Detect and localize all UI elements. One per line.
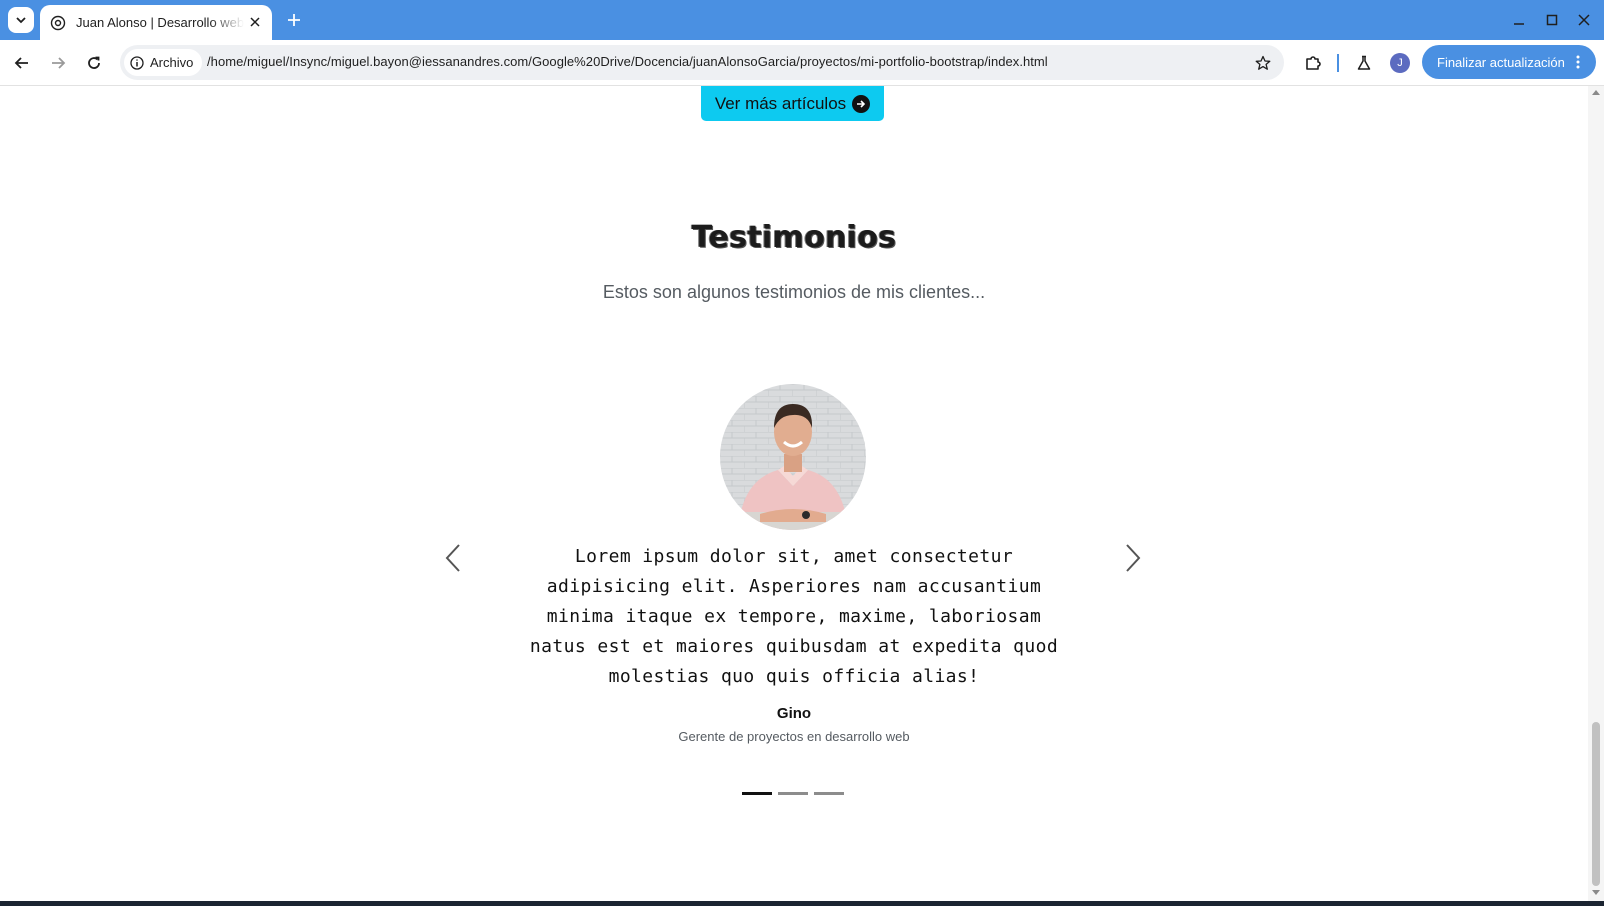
more-articles-button[interactable]: Ver más artículos xyxy=(701,86,884,121)
testimonial-quote: Lorem ipsum dolor sit, amet consectetur … xyxy=(529,546,1059,687)
page-viewport: Ver más artículos Testimonios Estos son … xyxy=(0,86,1588,901)
page-scrollbar[interactable] xyxy=(1588,86,1604,901)
extensions-icon[interactable] xyxy=(1301,51,1325,75)
chevron-left-icon xyxy=(445,544,460,572)
arrow-right-circle-icon xyxy=(852,94,871,113)
active-tab[interactable]: Juan Alonso | Desarrollo web xyxy=(40,5,272,40)
forward-icon[interactable] xyxy=(46,51,70,75)
carousel-indicators xyxy=(742,792,844,795)
bookmark-star-icon[interactable] xyxy=(1252,52,1274,74)
tab-title: Juan Alonso | Desarrollo web xyxy=(76,15,244,30)
site-info-chip[interactable]: Archivo xyxy=(124,49,203,76)
browser-toolbar: Archivo /home/miguel/Insync/miguel.bayon… xyxy=(0,40,1604,86)
tab-search-button[interactable] xyxy=(8,7,34,33)
finish-update-label: Finalizar actualización xyxy=(1437,54,1565,70)
close-window-icon[interactable] xyxy=(1573,9,1595,31)
globe-icon xyxy=(49,14,67,32)
scroll-down-arrow-icon[interactable] xyxy=(1592,890,1600,895)
maximize-icon[interactable] xyxy=(1541,9,1563,31)
more-vertical-icon[interactable] xyxy=(1570,54,1586,70)
site-info-label: Archivo xyxy=(150,55,194,70)
finish-update-button[interactable]: Finalizar actualización xyxy=(1422,45,1596,79)
reload-icon[interactable] xyxy=(82,51,106,75)
info-icon xyxy=(130,55,144,70)
carousel-indicator[interactable] xyxy=(814,792,844,795)
testimonial-role: Gerente de proyectos en desarrollo web xyxy=(678,729,910,744)
url-text[interactable]: /home/miguel/Insync/miguel.bayon@iessana… xyxy=(207,54,1048,69)
carousel-next-button[interactable] xyxy=(1118,538,1148,578)
carousel-prev-button[interactable] xyxy=(438,538,468,578)
testimonials-subtitle: Estos son algunos testimonios de mis cli… xyxy=(602,282,986,302)
chevron-down-icon xyxy=(16,17,26,24)
close-tab-icon[interactable] xyxy=(247,14,263,30)
labs-flask-icon[interactable] xyxy=(1352,51,1376,75)
testimonial-avatar xyxy=(720,384,866,530)
chevron-right-icon xyxy=(1126,544,1141,572)
scroll-up-arrow-icon[interactable] xyxy=(1592,90,1600,95)
minimize-icon[interactable] xyxy=(1508,9,1530,31)
new-tab-icon[interactable] xyxy=(282,8,306,32)
scroll-thumb[interactable] xyxy=(1592,722,1600,886)
profile-avatar[interactable]: J xyxy=(1390,53,1410,73)
browser-titlebar: Juan Alonso | Desarrollo web xyxy=(0,0,1604,40)
testimonials-title: Testimonios xyxy=(691,220,897,255)
testimonial-name: Gino xyxy=(776,705,812,722)
taskbar-strip xyxy=(0,901,1604,906)
toolbar-separator xyxy=(1337,54,1339,72)
carousel-indicator[interactable] xyxy=(742,792,772,795)
more-articles-label: Ver más artículos xyxy=(714,93,847,113)
address-bar[interactable]: Archivo /home/miguel/Insync/miguel.bayon… xyxy=(120,45,1284,80)
back-icon[interactable] xyxy=(10,51,34,75)
carousel-indicator[interactable] xyxy=(778,792,808,795)
